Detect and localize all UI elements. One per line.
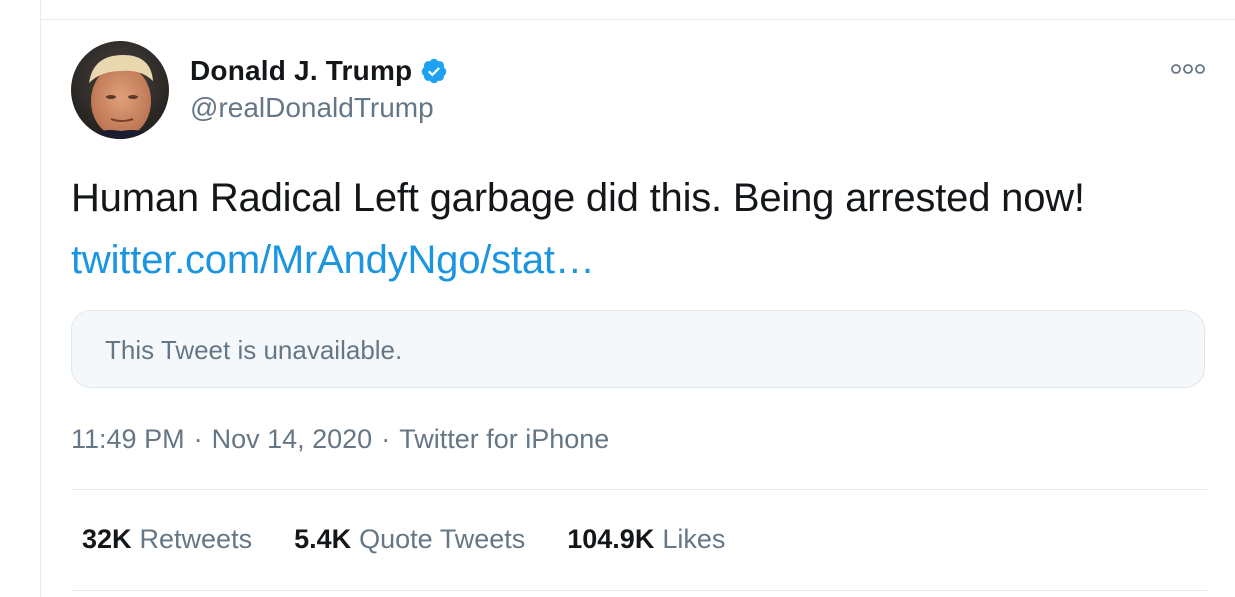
author-name[interactable]: Donald J. Trump (190, 55, 412, 87)
likes-count: 104.9K (567, 524, 655, 554)
tweet-time[interactable]: 11:49 PM (71, 424, 185, 455)
quoted-tweet-card[interactable]: This Tweet is unavailable. (71, 310, 1205, 388)
tweet-date[interactable]: Nov 14, 2020 (212, 424, 373, 455)
tweet-stats: 32K Retweets 5.4K Quote Tweets 104.9K Li… (82, 524, 767, 555)
quote-tweets-label: Quote Tweets (359, 524, 526, 554)
retweets-label: Retweets (139, 524, 253, 554)
more-options-icon[interactable] (1170, 60, 1206, 78)
meta-separator: · (381, 424, 391, 454)
tweet-text: Human Radical Left garbage did this. Bei… (71, 176, 1085, 220)
author-name-row: Donald J. Trump (190, 52, 448, 90)
retweets-count: 32K (82, 524, 132, 554)
tweet-page: Donald J. Trump @realDonaldTrump Human R… (0, 0, 1235, 597)
quoted-tweet-unavailable-text: This Tweet is unavailable. (105, 335, 403, 365)
meta-separator: · (193, 424, 203, 454)
verified-badge-icon (420, 57, 448, 85)
tweet-meta: 11:49 PM · Nov 14, 2020 · Twitter for iP… (71, 424, 609, 455)
likes-label: Likes (662, 524, 726, 554)
tweet-link[interactable]: twitter.com/MrAndyNgo/stat… (71, 238, 595, 283)
stats-top-divider (71, 489, 1207, 490)
retweets-stat[interactable]: 32K Retweets (82, 524, 252, 555)
tweet-source[interactable]: Twitter for iPhone (399, 424, 609, 455)
likes-stat[interactable]: 104.9K Likes (567, 524, 725, 555)
stats-bottom-divider (71, 590, 1207, 591)
quote-tweets-count: 5.4K (294, 524, 352, 554)
avatar[interactable] (71, 41, 169, 139)
top-divider (41, 19, 1235, 20)
quote-tweets-stat[interactable]: 5.4K Quote Tweets (294, 524, 525, 555)
author-handle[interactable]: @realDonaldTrump (190, 92, 434, 124)
timeline-left-border (40, 0, 41, 597)
